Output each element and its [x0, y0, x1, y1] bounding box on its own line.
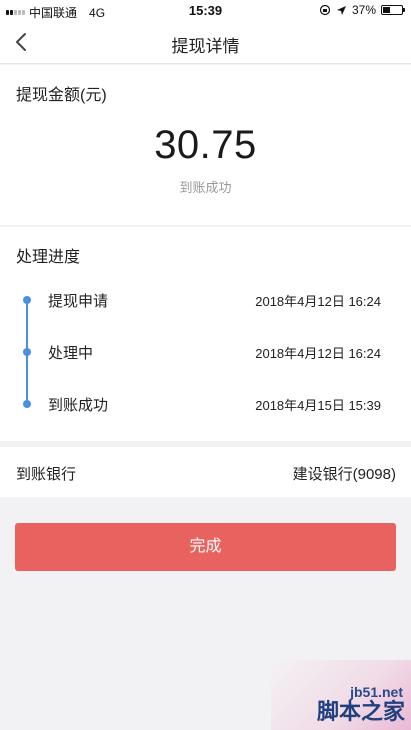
battery-fill — [383, 7, 390, 13]
watermark: jb51.net 脚本之家 — [271, 660, 411, 730]
progress-title: 处理进度 — [16, 249, 81, 266]
done-button[interactable]: 完成 — [15, 523, 396, 571]
step-dot-icon — [23, 348, 31, 356]
amount-status: 到账成功 — [179, 180, 232, 195]
bank-row: 到账银行 建设银行(9098) — [0, 447, 411, 497]
step-time: 2018年4月15日 15:39 — [255, 398, 381, 413]
progress-step: 处理中 2018年4月12日 16:24 — [0, 340, 411, 364]
amount-label: 提现金额(元) — [16, 87, 107, 104]
bank-label: 到账银行 — [16, 466, 77, 483]
battery-percentage: 37% — [351, 3, 376, 17]
progress-card: 处理进度 提现申请 2018年4月12日 16:24 处理中 2018年4月12… — [0, 227, 411, 441]
page-title: 提现详情 — [171, 37, 240, 56]
progress-step: 提现申请 2018年4月12日 16:24 — [0, 288, 411, 312]
step-dot-icon — [23, 400, 31, 408]
status-right: 37% — [319, 3, 405, 17]
step-label: 提现申请 — [48, 293, 109, 310]
step-time: 2018年4月12日 16:24 — [255, 294, 381, 309]
step-time: 2018年4月12日 16:24 — [255, 346, 381, 361]
nav-bar: 提现详情 — [0, 22, 411, 64]
location-arrow-icon — [336, 5, 346, 15]
orientation-lock-icon — [319, 4, 331, 16]
amount-value: 30.75 — [154, 123, 257, 167]
amount-card: 提现金额(元) 30.75 到账成功 — [0, 65, 411, 225]
battery-icon — [381, 5, 405, 15]
bank-value: 建设银行(9098) — [292, 466, 396, 483]
step-label: 到账成功 — [48, 397, 109, 414]
progress-step: 到账成功 2018年4月15日 15:39 — [0, 392, 411, 416]
step-dot-icon — [23, 296, 31, 304]
watermark-name: 脚本之家 — [316, 699, 405, 724]
step-label: 处理中 — [48, 345, 94, 362]
status-bar: 中国联通 4G 15:39 37% — [0, 0, 411, 22]
